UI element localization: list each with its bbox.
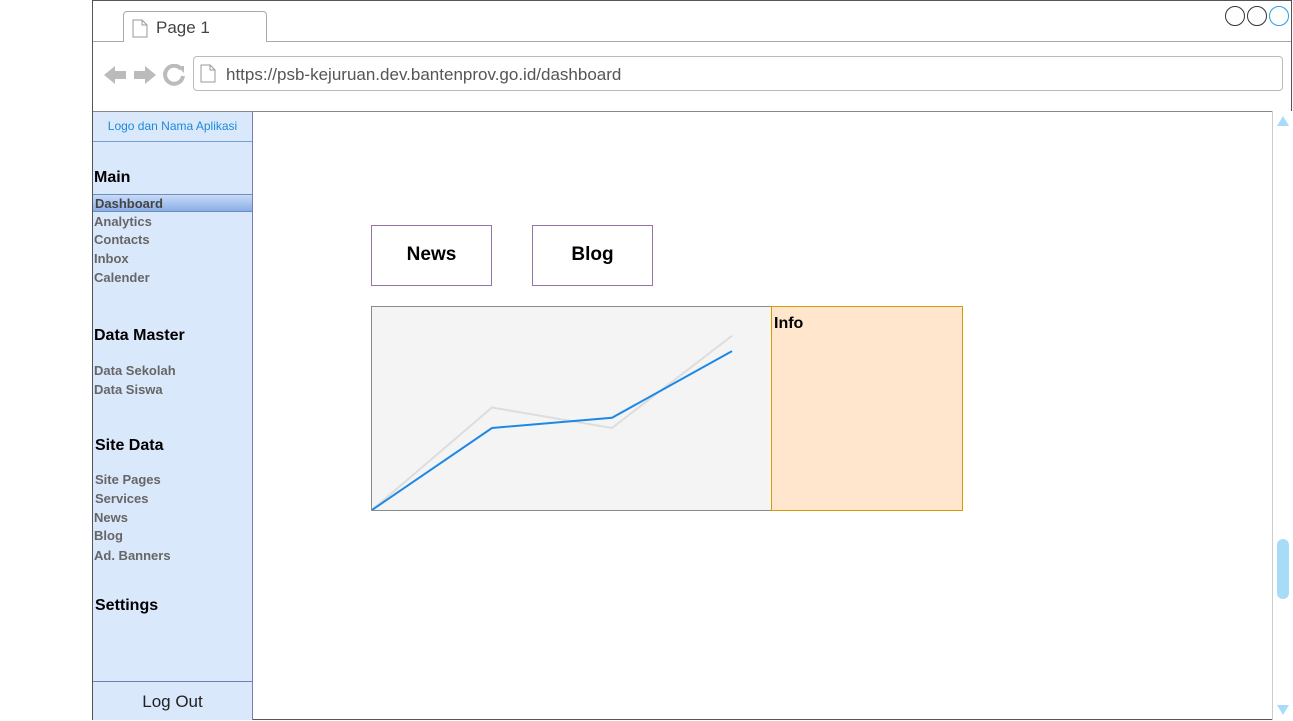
section-data-master-title: Data Master <box>94 327 185 344</box>
line-chart <box>371 334 733 511</box>
sidebar-item-ad-banners[interactable]: Ad. Banners <box>94 548 171 563</box>
series-line-1 <box>371 350 733 511</box>
sidebar-item-services[interactable]: Services <box>95 491 149 506</box>
address-bar[interactable]: https://psb-kejuruan.dev.bantenprov.go.i… <box>193 56 1283 91</box>
back-icon[interactable] <box>103 64 127 86</box>
browser-tab[interactable]: Page 1 <box>123 11 267 42</box>
url-text: https://psb-kejuruan.dev.bantenprov.go.i… <box>226 65 622 84</box>
sidebar-item-analytics[interactable]: Analytics <box>94 214 152 229</box>
minimize-button[interactable] <box>1225 6 1245 26</box>
sidebar-item-data-sekolah[interactable]: Data Sekolah <box>94 363 176 378</box>
scroll-up-icon[interactable] <box>1276 114 1290 132</box>
sidebar-item-inbox[interactable]: Inbox <box>94 251 129 266</box>
info-panel: Info <box>771 306 963 511</box>
scroll-down-icon[interactable] <box>1276 703 1290 721</box>
sidebar-item-blog[interactable]: Blog <box>94 528 123 543</box>
sidebar-item-dashboard[interactable]: Dashboard <box>93 194 252 212</box>
sidebar: Logo dan Nama Aplikasi Main Dashboard An… <box>93 112 253 720</box>
window-controls <box>1225 6 1289 26</box>
document-icon <box>132 19 148 43</box>
page-icon <box>200 64 216 88</box>
sidebar-item-news[interactable]: News <box>94 510 128 525</box>
restore-button[interactable] <box>1247 6 1267 26</box>
sidebar-item-site-pages[interactable]: Site Pages <box>95 472 161 487</box>
navigation-bar: https://psb-kejuruan.dev.bantenprov.go.i… <box>93 42 1291 112</box>
scroll-thumb[interactable] <box>1277 539 1289 599</box>
app-logo[interactable]: Logo dan Nama Aplikasi <box>93 112 252 142</box>
logout-button[interactable]: Log Out <box>93 681 252 721</box>
sidebar-item-data-siswa[interactable]: Data Siswa <box>94 382 163 397</box>
forward-icon[interactable] <box>133 64 157 86</box>
blog-button[interactable]: Blog <box>532 225 653 286</box>
info-title: Info <box>774 315 804 332</box>
section-main-title: Main <box>94 169 131 186</box>
nav-buttons <box>103 64 185 86</box>
vertical-scrollbar[interactable] <box>1272 111 1293 720</box>
tab-title: Page 1 <box>156 18 210 37</box>
news-button[interactable]: News <box>371 225 492 286</box>
section-settings-title[interactable]: Settings <box>95 597 158 615</box>
tab-strip: Page 1 <box>93 1 1291 42</box>
reload-icon[interactable] <box>163 64 185 86</box>
chart-panel <box>371 306 772 511</box>
section-site-data-title: Site Data <box>95 437 164 454</box>
sidebar-item-contacts[interactable]: Contacts <box>94 232 150 247</box>
sidebar-item-calender[interactable]: Calender <box>94 270 150 285</box>
maximize-button[interactable] <box>1269 6 1289 26</box>
